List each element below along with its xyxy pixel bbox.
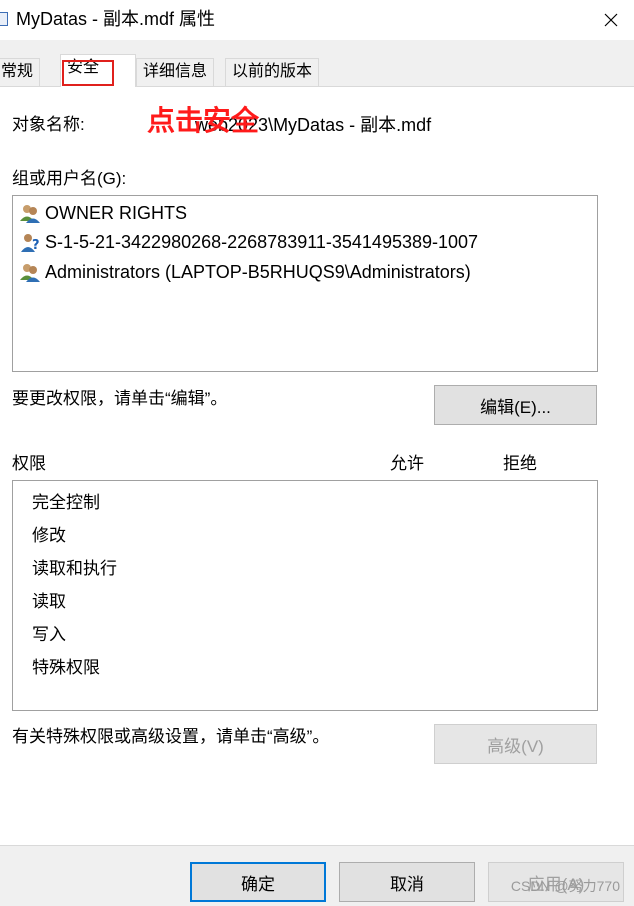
allow-header: 允许: [390, 454, 424, 473]
svg-text:?: ?: [32, 238, 40, 253]
deny-header: 拒绝: [503, 454, 537, 473]
tab-security[interactable]: 安全: [60, 54, 136, 87]
ok-button[interactable]: 确定: [190, 862, 326, 902]
window-title: MyDatas - 副本.mdf 属性: [16, 9, 216, 29]
user-name: S-1-5-21-3422980268-2268783911-354149538…: [45, 231, 479, 252]
permissions-header: 权限: [12, 454, 46, 473]
list-item: 特殊权限: [32, 658, 100, 677]
permissions-list: 完全控制 修改 读取和执行 读取 写入 特殊权限: [12, 480, 598, 711]
list-item[interactable]: OWNER RIGHTS: [19, 200, 187, 226]
list-item[interactable]: Administrators (LAPTOP-B5RHUQS9\Administ…: [19, 259, 471, 285]
list-item: 完全控制: [32, 493, 100, 512]
file-icon: [0, 12, 8, 26]
user-name: Administrators (LAPTOP-B5RHUQS9\Administ…: [45, 261, 471, 282]
users-icon: [19, 202, 41, 224]
user-name: OWNER RIGHTS: [45, 202, 187, 223]
edit-button[interactable]: 编辑(E)...: [434, 385, 597, 425]
tab-strip: 常规 安全 详细信息 以前的版本: [0, 40, 634, 87]
list-item[interactable]: ? S-1-5-21-3422980268-2268783911-3541495…: [19, 229, 478, 255]
list-item: 写入: [32, 625, 66, 644]
tab-general[interactable]: 常规: [0, 58, 41, 86]
object-name-label: 对象名称:: [12, 115, 85, 134]
unknown-user-icon: ?: [19, 231, 41, 253]
change-hint: 要更改权限，请单击“编辑”。: [12, 389, 228, 408]
close-button[interactable]: [588, 0, 634, 40]
advanced-button[interactable]: 高级(V): [434, 724, 597, 764]
user-list[interactable]: OWNER RIGHTS ? S-1-5-21-3422980268-22687…: [12, 195, 598, 372]
close-icon: [604, 13, 618, 27]
cancel-button[interactable]: 取消: [339, 862, 475, 902]
watermark: CSDN @努力770: [510, 878, 620, 894]
advanced-hint: 有关特殊权限或高级设置，请单击“高级”。: [12, 727, 330, 746]
list-item: 修改: [32, 526, 66, 545]
list-item: 读取: [32, 592, 66, 611]
group-user-label: 组或用户名(G):: [12, 169, 127, 188]
tab-details[interactable]: 详细信息: [136, 58, 215, 86]
annotation-click-security: 点击安全: [147, 105, 260, 136]
tab-previous-versions[interactable]: 以前的版本: [225, 58, 320, 86]
users-icon: [19, 261, 41, 283]
title-bar: MyDatas - 副本.mdf 属性: [0, 0, 634, 40]
list-item: 读取和执行: [32, 559, 117, 578]
